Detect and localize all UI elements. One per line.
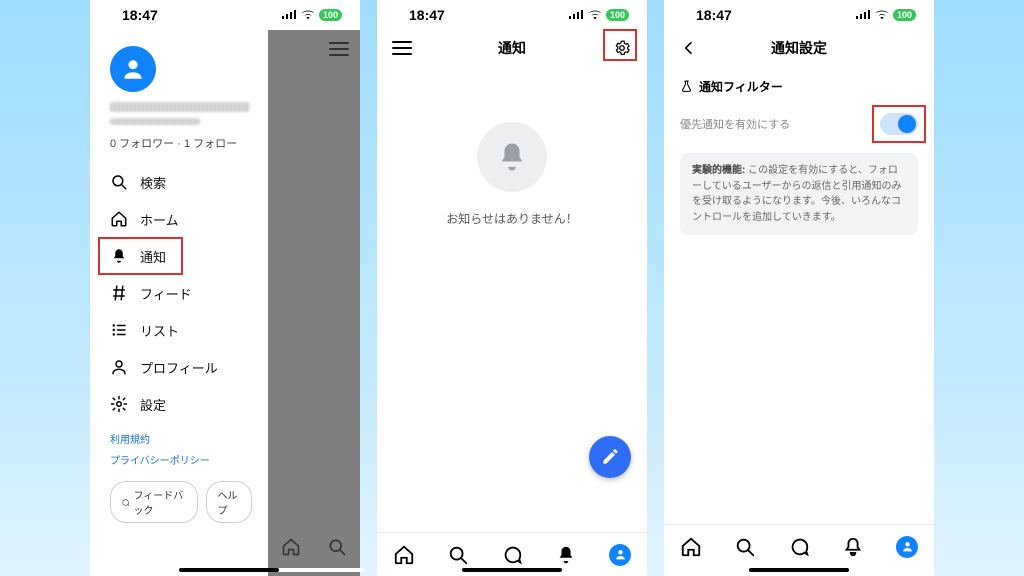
help-button[interactable]: ヘルプ: [206, 481, 252, 523]
cellular-icon: [568, 10, 584, 20]
follow-stats[interactable]: 0 フォロワー · 1 フォロー: [110, 135, 252, 151]
empty-state-icon: [477, 122, 547, 192]
home-indicator: [462, 568, 562, 572]
feedback-button[interactable]: フィードバック: [110, 481, 198, 523]
info-card: 実験的機能: この設定を有効にすると、フォローしているユーザーからの返信と引用通…: [680, 153, 918, 235]
status-time: 18:47: [122, 7, 158, 23]
info-prefix: 実験的機能:: [692, 165, 745, 176]
screen-notifications: 18:47 100 通知 お知らせはありません！: [377, 0, 647, 576]
tab-home-icon[interactable]: [680, 536, 702, 558]
search-icon[interactable]: [327, 537, 347, 557]
nav-notifications[interactable]: 通知: [110, 239, 252, 273]
nav-label: 検索: [140, 173, 166, 192]
app-header: 通知: [377, 30, 647, 66]
screen-sidebar: 18:47 100 0 フォロワー · 1 フォロー 検索: [90, 0, 360, 576]
app-header: 通知設定: [664, 30, 934, 66]
hamburger-button[interactable]: [326, 36, 352, 62]
nav-settings[interactable]: 設定: [110, 387, 252, 421]
battery-badge: 100: [893, 9, 916, 21]
chat-icon: [121, 497, 130, 508]
compose-button[interactable]: [589, 436, 631, 478]
feedback-label: フィードバック: [134, 487, 188, 517]
help-label: ヘルプ: [217, 487, 241, 517]
bell-icon: [110, 247, 128, 265]
gear-icon: [613, 39, 631, 57]
section-header: 通知フィルター: [680, 78, 918, 95]
person-icon: [120, 56, 146, 82]
home-icon[interactable]: [281, 537, 301, 557]
drawer-backdrop[interactable]: [268, 30, 360, 576]
nav-label: ホーム: [140, 210, 179, 229]
page-title: 通知: [377, 38, 647, 58]
status-bar: 18:47 100: [377, 0, 647, 30]
nav-label: リスト: [140, 321, 179, 340]
wifi-icon: [301, 10, 315, 20]
nav-lists[interactable]: リスト: [110, 313, 252, 347]
status-time: 18:47: [696, 7, 732, 23]
battery-badge: 100: [606, 9, 629, 21]
nav-home[interactable]: ホーム: [110, 202, 252, 236]
person-icon: [614, 548, 627, 561]
bell-icon: [494, 139, 530, 175]
nav-label: 通知: [140, 247, 166, 266]
link-privacy[interactable]: プライバシーポリシー: [110, 452, 252, 467]
home-indicator: [179, 568, 279, 572]
empty-state-text: お知らせはありません！: [446, 210, 577, 227]
wifi-icon: [588, 10, 602, 20]
tab-profile-icon[interactable]: [609, 544, 631, 566]
status-indicators: 100: [855, 9, 916, 21]
priority-notifications-toggle[interactable]: [880, 113, 918, 135]
cellular-icon: [281, 10, 297, 20]
tab-home-icon[interactable]: [393, 544, 415, 566]
tab-search-icon[interactable]: [734, 536, 756, 558]
page-title: 通知設定: [664, 38, 934, 58]
tab-search-icon[interactable]: [447, 544, 469, 566]
nav-label: プロフィール: [140, 358, 218, 377]
menu-icon: [329, 41, 349, 57]
link-terms[interactable]: 利用規約: [110, 431, 252, 446]
tab-chat-icon[interactable]: [788, 536, 810, 558]
home-indicator: [264, 568, 364, 572]
status-bar: 18:47 100: [664, 0, 934, 30]
nav-profile[interactable]: プロフィール: [110, 350, 252, 384]
nav-search[interactable]: 検索: [110, 165, 252, 199]
battery-badge: 100: [319, 9, 342, 21]
status-time: 18:47: [409, 7, 445, 23]
settings-button[interactable]: [609, 35, 635, 61]
nav-feed[interactable]: フィード: [110, 276, 252, 310]
status-indicators: 100: [281, 9, 342, 21]
tab-bell-icon[interactable]: [555, 544, 577, 566]
nav-label: フィード: [140, 284, 192, 303]
avatar[interactable]: [110, 46, 156, 92]
home-indicator: [749, 568, 849, 572]
status-indicators: 100: [568, 9, 629, 21]
tab-profile-icon[interactable]: [896, 536, 918, 558]
list-icon: [110, 321, 128, 339]
screen-settings: 18:47 100 通知設定 通知フィルター 優先通知を有効にする 実験的機能:…: [664, 0, 934, 576]
nav-label: 設定: [140, 395, 166, 414]
tab-chat-icon[interactable]: [501, 544, 523, 566]
hash-icon: [110, 284, 128, 302]
search-icon: [110, 173, 128, 191]
toggle-label: 優先通知を有効にする: [680, 116, 790, 132]
tab-bell-icon[interactable]: [842, 536, 864, 558]
cellular-icon: [855, 10, 871, 20]
username-blur: [110, 102, 250, 112]
wifi-icon: [875, 10, 889, 20]
status-bar: 18:47 100: [90, 0, 360, 30]
tab-bar: [664, 524, 934, 568]
section-label: 通知フィルター: [699, 78, 783, 95]
compose-icon: [600, 447, 620, 467]
person-icon: [110, 358, 128, 376]
flask-icon: [680, 80, 693, 93]
gear-icon: [110, 395, 128, 413]
drawer-panel: 0 フォロワー · 1 フォロー 検索 ホーム 通知: [90, 30, 268, 576]
handle-blur: [110, 118, 200, 125]
home-icon: [110, 210, 128, 228]
person-icon: [901, 540, 914, 553]
